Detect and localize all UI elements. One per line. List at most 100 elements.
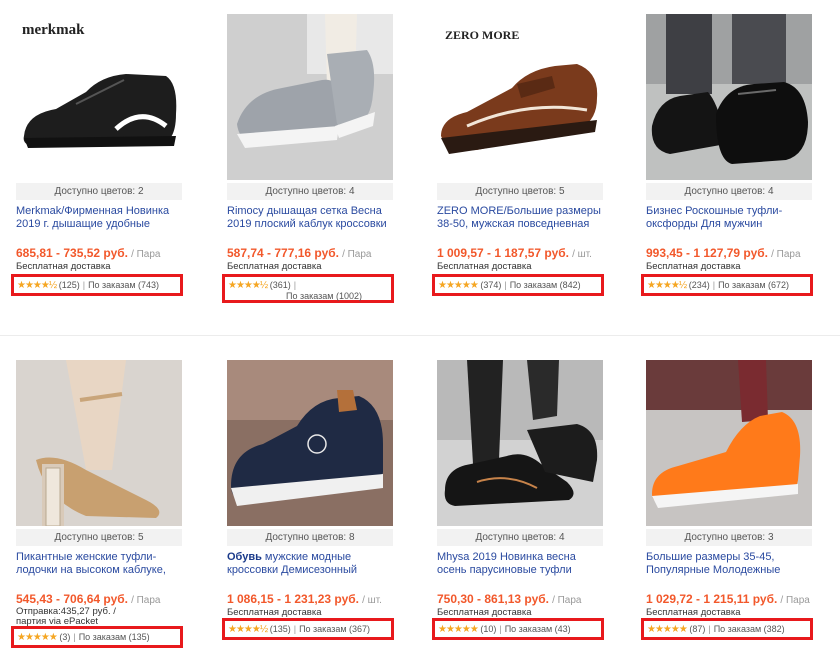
- shipping-info: Бесплатная доставка: [227, 607, 322, 618]
- price: 1 009,57 - 1 187,57 руб.: [437, 246, 570, 260]
- product-image[interactable]: [16, 360, 182, 526]
- price-line: 993,45 - 1 127,79 руб. / Пара: [646, 246, 840, 260]
- price: 750,30 - 861,13 руб.: [437, 592, 549, 606]
- price: 1 086,15 - 1 231,23 руб.: [227, 592, 360, 606]
- product-title[interactable]: Rimocy дышащая сетка Весна 2019 плоский …: [227, 205, 393, 231]
- rating-highlight: ★★★★½ (234) | По заказам (672): [641, 274, 813, 296]
- price-unit: / шт.: [572, 249, 592, 260]
- rating-highlight: ★★★★★ (374) | По заказам (842): [432, 274, 604, 296]
- product-title[interactable]: Большие размеры 35-45, Популярные Молоде…: [646, 551, 812, 577]
- shipping-info: Бесплатная доставка: [646, 261, 741, 272]
- rating-highlight: ★★★★★ (87) | По заказам (382): [641, 618, 813, 640]
- star-rating-icon: ★★★★★: [438, 280, 479, 291]
- product-title-bold[interactable]: Обувь: [227, 551, 262, 563]
- product-image[interactable]: [646, 360, 812, 526]
- price-line: 545,43 - 706,64 руб. / Пара: [16, 592, 216, 606]
- review-count[interactable]: (87): [689, 624, 705, 634]
- order-count: По заказам (743): [88, 280, 160, 290]
- price-unit: / Пара: [131, 595, 161, 606]
- colors-available: Доступно цветов: 5: [437, 183, 603, 200]
- shipping-info: Бесплатная доставка: [646, 607, 741, 618]
- shipping-info: Отправка:435,27 руб. / партия via ePacke…: [16, 606, 116, 627]
- navy-sneaker-icon: [227, 360, 393, 526]
- colors-available: Доступно цветов: 4: [437, 529, 603, 546]
- black-dress-shoe-icon: [646, 14, 812, 180]
- order-count: По заказам (135): [78, 632, 150, 642]
- review-count[interactable]: (3): [59, 632, 70, 642]
- product-title-text[interactable]: Mhysa 2019 Новинка весна осень парусинов…: [437, 551, 576, 577]
- price: 587,74 - 777,16 руб.: [227, 246, 339, 260]
- order-count: По заказам (43): [504, 624, 571, 634]
- star-rating-icon: ★★★★★: [647, 624, 688, 635]
- gold-heel-icon: [16, 360, 182, 526]
- colors-available: Доступно цветов: 3: [646, 529, 812, 546]
- price-line: 587,74 - 777,16 руб. / Пара: [227, 246, 427, 260]
- review-count[interactable]: (125): [59, 280, 80, 290]
- star-rating-icon: ★★★★½: [647, 280, 687, 291]
- colors-available: Доступно цветов: 2: [16, 183, 182, 200]
- colors-available: Доступно цветов: 8: [227, 529, 393, 546]
- price-line: 1 009,57 - 1 187,57 руб. / шт.: [437, 246, 637, 260]
- colors-available: Доступно цветов: 5: [16, 529, 182, 546]
- shipping-info: Бесплатная доставка: [16, 261, 111, 272]
- product-title-text[interactable]: ZERO MORE/Большие размеры 38-50, мужская…: [437, 205, 601, 230]
- grey-knit-shoe-icon: [227, 14, 393, 180]
- order-count: По заказам (1002): [286, 291, 362, 301]
- price: 685,81 - 735,52 руб.: [16, 246, 128, 260]
- price-line: 750,30 - 861,13 руб. / Пара: [437, 592, 637, 606]
- order-count: По заказам (842): [509, 280, 581, 290]
- colors-available: Доступно цветов: 4: [227, 183, 393, 200]
- price: 545,43 - 706,64 руб.: [16, 592, 128, 606]
- star-rating-icon: ★★★★½: [17, 280, 57, 291]
- product-title-text[interactable]: Rimocy дышащая сетка Весна 2019 плоский …: [227, 205, 387, 230]
- star-rating-icon: ★★★★½: [228, 280, 268, 291]
- product-image[interactable]: [227, 14, 393, 180]
- rating-highlight: ★★★★★ (10) | По заказам (43): [432, 618, 604, 640]
- brown-oxford-icon: ZERO MORE: [437, 14, 603, 180]
- black-sneaker-icon: merkmak: [16, 14, 182, 180]
- rating-highlight: ★★★★½ (125) | По заказам (743): [11, 274, 183, 296]
- rating-highlight: ★★★★½ (361) | По заказам (1002): [222, 274, 394, 303]
- product-title[interactable]: ZERO MORE/Большие размеры 38-50, мужская…: [437, 205, 603, 231]
- colors-available: Доступно цветов: 4: [646, 183, 812, 200]
- brand-logo: merkmak: [22, 22, 85, 38]
- product-title[interactable]: Обувь мужские модные кроссовки Демисезон…: [227, 551, 393, 577]
- black-canvas-shoe-icon: [437, 360, 603, 526]
- product-image[interactable]: merkmak: [16, 14, 182, 180]
- shipping-info: Бесплатная доставка: [437, 607, 532, 618]
- price-unit: / Пара: [771, 249, 801, 260]
- product-grid: merkmak Доступно цветов: 2 Merkmak/Фирме…: [0, 0, 840, 652]
- product-image[interactable]: [646, 14, 812, 180]
- review-count[interactable]: (361): [270, 280, 291, 290]
- price: 993,45 - 1 127,79 руб.: [646, 246, 769, 260]
- rating-highlight: ★★★★★ (3) | По заказам (135): [11, 626, 183, 648]
- product-title-text[interactable]: Пикантные женские туфли-лодочки на высок…: [16, 551, 166, 576]
- order-count: По заказам (672): [718, 280, 790, 290]
- review-count[interactable]: (234): [689, 280, 710, 290]
- row-divider: [0, 335, 840, 336]
- product-image[interactable]: [437, 360, 603, 526]
- product-title[interactable]: Merkmak/Фирменная Новинка 2019 г. дышащи…: [16, 205, 182, 231]
- product-title-text[interactable]: Бизнес Роскошные туфли-оксфорды Для мужч…: [646, 205, 782, 231]
- product-image[interactable]: [227, 360, 393, 526]
- product-title[interactable]: Пикантные женские туфли-лодочки на высок…: [16, 551, 182, 577]
- price-unit: / шт.: [362, 595, 382, 606]
- product-title-text[interactable]: Merkmak/Фирменная Новинка 2019 г. дышащи…: [16, 205, 169, 230]
- star-rating-icon: ★★★★★: [17, 632, 58, 643]
- review-count[interactable]: (10): [480, 624, 496, 634]
- star-rating-icon: ★★★★★: [438, 624, 479, 635]
- product-title[interactable]: Бизнес Роскошные туфли-оксфорды Для мужч…: [646, 205, 812, 231]
- review-count[interactable]: (374): [480, 280, 501, 290]
- order-count: По заказам (382): [713, 624, 785, 634]
- brand-logo: ZERO MORE: [445, 28, 519, 42]
- product-title-text[interactable]: Большие размеры 35-45, Популярные Молоде…: [646, 551, 780, 576]
- shipping-info: Бесплатная доставка: [227, 261, 322, 272]
- product-title[interactable]: Mhysa 2019 Новинка весна осень парусинов…: [437, 551, 603, 577]
- rating-highlight: ★★★★½ (135) | По заказам (367): [222, 618, 394, 640]
- product-image[interactable]: ZERO MORE: [437, 14, 603, 180]
- price: 1 029,72 - 1 215,11 руб.: [646, 592, 778, 606]
- price-unit: / Пара: [780, 595, 810, 606]
- price-line: 1 086,15 - 1 231,23 руб. / шт.: [227, 592, 427, 606]
- review-count[interactable]: (135): [270, 624, 291, 634]
- price-line: 1 029,72 - 1 215,11 руб. / Пара: [646, 592, 840, 606]
